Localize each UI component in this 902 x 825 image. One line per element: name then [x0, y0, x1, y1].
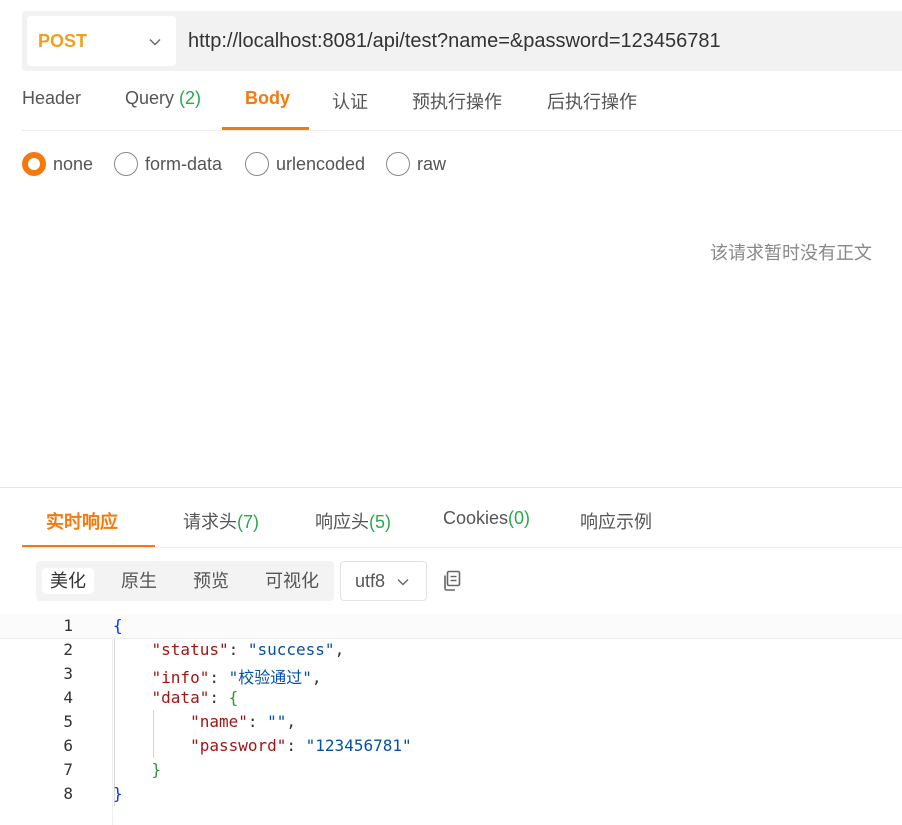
- code-text: "password": "123456781": [190, 736, 412, 755]
- json-key: "info": [151, 668, 210, 687]
- tab-cookies-label: Cookies: [443, 508, 509, 528]
- response-tabs: 实时响应 请求头(7) 响应头(5) Cookies(0) 响应示例: [0, 490, 902, 548]
- code-text: {: [113, 616, 123, 635]
- radio-none[interactable]: none: [22, 152, 93, 176]
- json-key: "password": [190, 736, 287, 755]
- tab-response-examples[interactable]: 响应示例: [580, 508, 652, 534]
- code-line: 1 {: [0, 614, 902, 639]
- json-value: "": [267, 712, 287, 731]
- view-mode-raw[interactable]: 原生: [121, 568, 157, 594]
- code-text: "data": {: [151, 688, 239, 707]
- tab-response-headers-label: 响应头: [315, 512, 369, 532]
- tab-request-headers-count: (7): [237, 512, 259, 532]
- view-mode-pretty[interactable]: 美化: [42, 568, 94, 594]
- json-value: "123456781": [305, 736, 412, 755]
- json-brace: }: [151, 760, 162, 779]
- radio-urlencoded-label: urlencoded: [276, 153, 366, 174]
- radio-none-label: none: [53, 153, 94, 174]
- json-brace: {: [228, 688, 239, 707]
- tab-auth[interactable]: 认证: [332, 88, 368, 114]
- tab-post-script-label: 后执行操作: [547, 92, 637, 112]
- json-brace: {: [113, 616, 123, 635]
- code-text: "name": "",: [190, 712, 297, 731]
- code-line: 2 "status": "success",: [0, 638, 902, 662]
- tab-response-headers-count: (5): [369, 512, 391, 532]
- code-line: 4 "data": {: [0, 686, 902, 710]
- radio-raw-label: raw: [417, 153, 447, 174]
- radio-unchecked-icon: [114, 152, 138, 176]
- tab-pre-script-label: 预执行操作: [412, 92, 502, 112]
- chevron-down-icon: [397, 579, 409, 586]
- response-body-viewer[interactable]: 1 { 2 "status": "success", 3 "info": "校验…: [0, 614, 902, 825]
- tab-query[interactable]: Query (2): [125, 88, 201, 109]
- line-number: 3: [63, 664, 73, 683]
- tab-cookies-count: (0): [508, 508, 531, 528]
- view-mode-visualize[interactable]: 可视化: [265, 568, 319, 594]
- code-line: 8 }: [0, 782, 902, 806]
- method-select[interactable]: POST: [27, 16, 176, 66]
- code-text: }: [113, 760, 162, 779]
- tab-header[interactable]: Header: [22, 88, 81, 109]
- tab-request-headers[interactable]: 请求头(7): [183, 508, 259, 534]
- url-input[interactable]: http://localhost:8081/api/test?name=&pas…: [188, 30, 721, 53]
- json-value: "success": [247, 640, 335, 659]
- tab-header-label: Header: [22, 88, 82, 108]
- divider: [0, 487, 902, 488]
- tab-body[interactable]: Body: [245, 88, 290, 109]
- encoding-select[interactable]: utf8: [340, 561, 427, 601]
- tab-pre-script[interactable]: 预执行操作: [412, 88, 502, 114]
- radio-form-data-label: form-data: [145, 153, 223, 174]
- copy-icon[interactable]: [441, 569, 463, 593]
- code-text: "status": "success",: [151, 640, 345, 659]
- code-line: 7 }: [0, 758, 902, 782]
- code-text: "info": "校验通过",: [151, 668, 322, 687]
- radio-urlencoded[interactable]: urlencoded: [245, 152, 365, 176]
- code-line: 6 "password": "123456781": [0, 734, 902, 758]
- empty-body-message: 该请求暂时没有正文: [710, 243, 872, 263]
- code-text: }: [113, 784, 123, 803]
- tab-response-examples-label: 响应示例: [580, 512, 652, 532]
- view-mode-switch: 美化 原生 预览 可视化: [36, 561, 334, 601]
- radio-form-data[interactable]: form-data: [114, 152, 222, 176]
- line-number: 2: [63, 640, 73, 659]
- json-key: "name": [190, 712, 248, 731]
- view-mode-preview[interactable]: 预览: [193, 568, 229, 594]
- json-value: "校验通过": [228, 668, 312, 687]
- line-number: 8: [63, 784, 73, 803]
- radio-unchecked-icon: [245, 152, 269, 176]
- encoding-label: utf8: [355, 571, 386, 591]
- tab-cookies[interactable]: Cookies(0): [443, 508, 530, 529]
- divider: [22, 130, 902, 131]
- radio-unchecked-icon: [386, 152, 410, 176]
- tab-post-script[interactable]: 后执行操作: [547, 88, 637, 114]
- chevron-down-icon: [149, 39, 161, 46]
- tab-auth-label: 认证: [332, 92, 368, 112]
- line-number: 5: [63, 712, 73, 731]
- tab-response-headers[interactable]: 响应头(5): [315, 508, 391, 534]
- tab-query-count: (2): [179, 88, 202, 108]
- json-brace: }: [113, 784, 123, 803]
- radio-checked-icon: [22, 152, 46, 176]
- code-line: 3 "info": "校验通过",: [0, 662, 902, 687]
- tab-query-label: Query: [125, 88, 180, 108]
- line-number: 1: [63, 616, 73, 635]
- json-key: "status": [151, 640, 229, 659]
- radio-raw[interactable]: raw: [386, 152, 446, 176]
- line-number: 4: [63, 688, 73, 707]
- line-number: 7: [63, 760, 73, 779]
- code-line: 5 "name": "",: [0, 710, 902, 734]
- tab-request-headers-label: 请求头: [183, 512, 237, 532]
- tab-live-response-label: 实时响应: [46, 512, 118, 532]
- tab-body-label: Body: [245, 88, 290, 108]
- method-label: POST: [38, 31, 88, 51]
- tab-live-response[interactable]: 实时响应: [46, 508, 118, 534]
- divider: [22, 547, 902, 548]
- json-key: "data": [151, 688, 210, 707]
- line-number: 6: [63, 736, 73, 755]
- request-tabs: Header Query (2) Body 认证 预执行操作 后执行操作: [0, 84, 902, 131]
